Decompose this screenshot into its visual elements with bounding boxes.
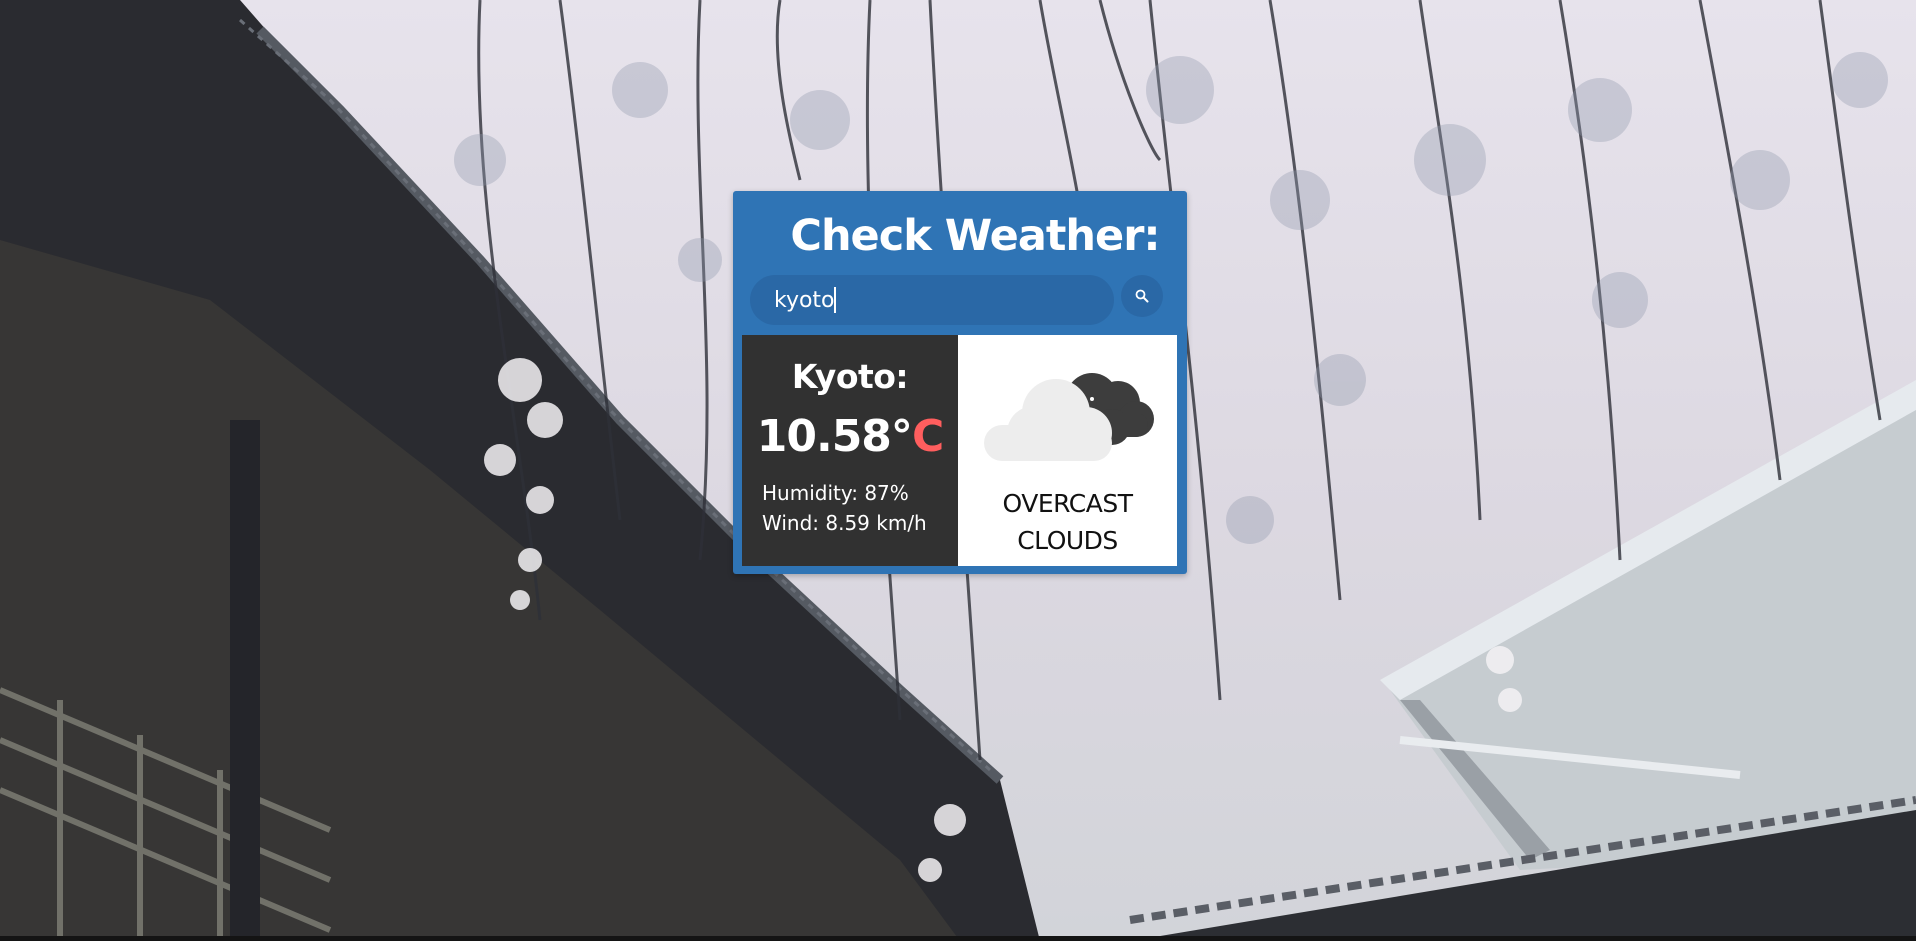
city-search-input[interactable]	[750, 275, 1114, 325]
overcast-clouds-icon	[984, 373, 1154, 461]
weather-widget: Check Weather: Kyoto: 10.58°C Humidity: …	[733, 191, 1187, 574]
temperature-unit: C	[911, 411, 944, 462]
temperature: 10.58°C	[742, 411, 958, 462]
humidity-text: Humidity: 87%	[762, 481, 909, 505]
search-icon	[1135, 289, 1149, 303]
weather-details-panel: Kyoto: 10.58°C Humidity: 87% Wind: 8.59 …	[742, 335, 958, 566]
widget-title: Check Weather:	[790, 211, 1160, 261]
weather-condition-panel: OVERCAST CLOUDS	[958, 335, 1177, 566]
bottom-edge	[0, 936, 1916, 941]
text-caret	[834, 287, 836, 313]
temperature-value: 10.58°	[756, 411, 913, 462]
condition-text: OVERCAST CLOUDS	[1002, 489, 1133, 555]
city-name: Kyoto:	[791, 357, 909, 396]
wind-text: Wind: 8.59 km/h	[762, 511, 927, 535]
search-button[interactable]	[1121, 275, 1163, 317]
